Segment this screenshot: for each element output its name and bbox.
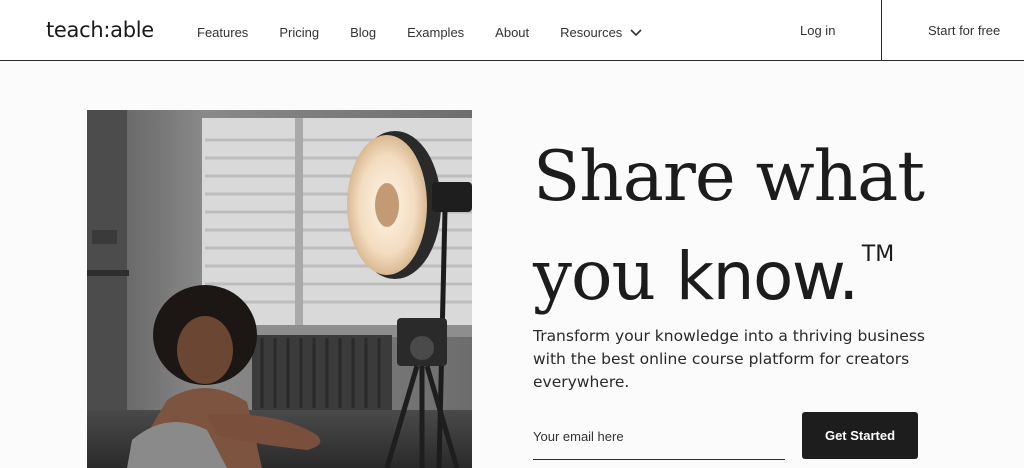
hero-subtitle: Transform your knowledge into a thriving… — [533, 327, 925, 391]
headline-you: you — [533, 236, 676, 316]
chevron-down-icon — [630, 28, 642, 36]
headline-line-1: Share what — [533, 137, 925, 217]
trademark-symbol: TM — [861, 242, 895, 267]
nav-features[interactable]: Features — [197, 25, 248, 40]
site-header: teach:able Features Pricing Blog Example… — [0, 0, 1024, 61]
headline-line-2: you know. TM — [533, 216, 1003, 334]
nav-pricing[interactable]: Pricing — [279, 25, 319, 40]
main-nav: Features Pricing Blog Examples About Res… — [197, 25, 644, 40]
nav-resources[interactable]: Resources — [560, 25, 644, 40]
nav-examples[interactable]: Examples — [407, 25, 464, 40]
header-divider — [881, 0, 882, 61]
nav-resources-label: Resources — [560, 25, 623, 40]
hero-headline: Share what you know. TM — [533, 138, 1003, 334]
start-for-free-link[interactable]: Start for free — [928, 23, 1000, 38]
teachable-logo[interactable]: teach:able — [46, 18, 154, 42]
email-input[interactable] — [533, 416, 785, 456]
hero-photo-illustration — [87, 110, 472, 468]
headline-know: know. — [675, 238, 859, 315]
email-field-wrapper — [533, 416, 785, 460]
nav-blog[interactable]: Blog — [350, 25, 376, 40]
get-started-button[interactable]: Get Started — [802, 412, 918, 459]
nav-about[interactable]: About — [495, 25, 529, 40]
hero-image — [87, 110, 472, 468]
login-link[interactable]: Log in — [800, 23, 835, 38]
